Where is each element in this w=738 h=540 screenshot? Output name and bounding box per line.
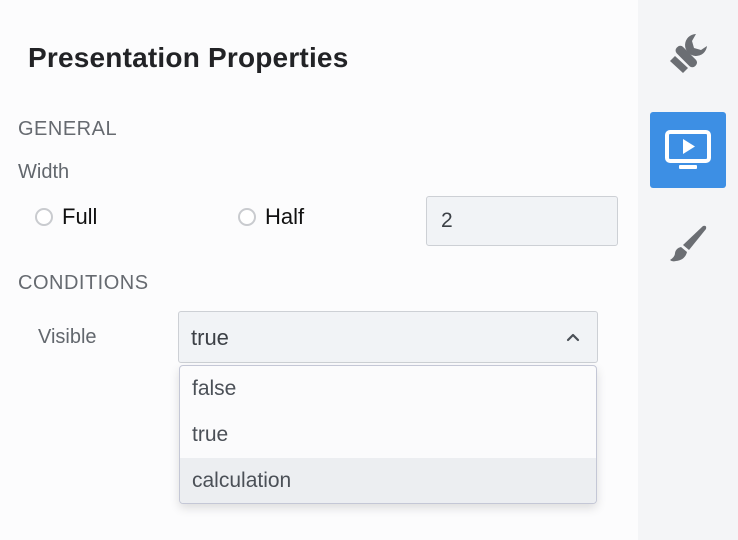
dropdown-option-true[interactable]: true [180,412,596,458]
visible-select[interactable]: true [178,311,598,363]
radio-half[interactable]: Half [238,204,304,230]
brush-icon [670,225,707,262]
section-heading-general: GENERAL [18,118,118,140]
wrench-icon [670,34,707,73]
radio-full-label: Full [62,204,98,229]
radio-full[interactable]: Full [35,204,97,230]
dropdown-option-calculation[interactable]: calculation [180,458,596,503]
panel-title: Presentation Properties [28,42,349,73]
radio-half-circle[interactable] [238,208,256,226]
style-tab-button[interactable] [650,206,726,282]
width-label: Width [18,161,70,183]
properties-panel: Presentation Properties GENERAL Width Fu… [0,0,638,540]
settings-tab-button[interactable] [650,16,726,92]
presentation-icon [665,130,711,169]
presentation-tab-button[interactable] [650,112,726,188]
app-window: Presentation Properties GENERAL Width Fu… [0,0,738,540]
dropdown-option-false[interactable]: false [180,366,596,412]
width-value-input[interactable] [426,196,618,246]
radio-half-label: Half [265,204,305,229]
visible-label: Visible [38,326,97,348]
visible-dropdown-menu: false true calculation [179,365,597,504]
chevron-up-icon [566,333,580,342]
section-heading-conditions: CONDITIONS [18,272,149,294]
visible-select-value: true [191,325,229,350]
radio-full-circle[interactable] [35,208,53,226]
